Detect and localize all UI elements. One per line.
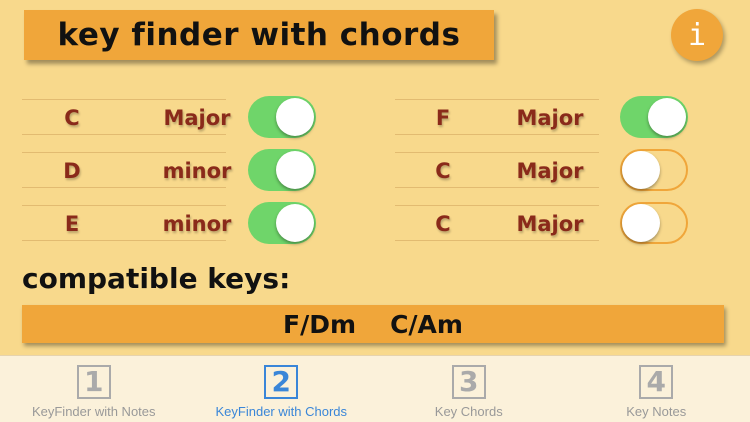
number-1-icon: 1 [76, 365, 111, 399]
toggle-knob [648, 98, 686, 136]
chord-note: C [64, 106, 80, 130]
compatible-key: F/Dm [283, 309, 357, 339]
chord-toggle-right-2[interactable] [620, 149, 688, 191]
info-button[interactable]: i [671, 9, 723, 61]
toggle-knob [276, 204, 314, 242]
chord-toggle-right-1[interactable] [620, 96, 688, 138]
chord-row-left-3: E minor [22, 205, 231, 241]
compatible-keys-label: compatible keys: [22, 262, 291, 295]
tab-label: Key Notes [626, 404, 687, 419]
chord-note: C [435, 159, 451, 183]
chord-note: E [64, 212, 80, 236]
info-icon: i [687, 17, 707, 53]
chord-note: C [435, 212, 451, 236]
chord-toggle-left-1[interactable] [248, 96, 316, 138]
tab-label: KeyFinder with Chords [215, 404, 348, 419]
chord-row-right-3: C Major [395, 205, 599, 241]
chord-toggle-left-2[interactable] [248, 149, 316, 191]
tab-key-notes[interactable]: 4 Key Notes [563, 356, 750, 422]
chord-mode: minor [162, 159, 232, 183]
chord-note: F [435, 106, 451, 130]
chord-mode: Major [516, 106, 584, 130]
tab-keyfinder-chords[interactable]: 2 KeyFinder with Chords [188, 356, 376, 422]
chord-row-right-2: C Major [395, 152, 599, 188]
chord-mode: Major [163, 106, 231, 130]
chord-toggle-left-3[interactable] [248, 202, 316, 244]
number-3-icon: 3 [451, 365, 486, 399]
tab-bar: 1 KeyFinder with Notes 2 KeyFinder with … [0, 355, 750, 422]
compatible-keys-result: F/Dm C/Am [22, 305, 724, 343]
chord-mode: Major [516, 212, 584, 236]
chord-row-right-1: F Major [395, 99, 599, 135]
toggle-knob [622, 151, 660, 189]
chord-mode: Major [516, 159, 584, 183]
chord-toggle-right-3[interactable] [620, 202, 688, 244]
chord-mode: minor [162, 212, 232, 236]
tab-label: Key Chords [434, 404, 503, 419]
toggle-knob [622, 204, 660, 242]
number-2-icon: 2 [264, 365, 299, 399]
tab-key-chords[interactable]: 3 Key Chords [375, 356, 563, 422]
toggle-knob [276, 151, 314, 189]
chord-row-left-2: D minor [22, 152, 231, 188]
number-4-icon: 4 [639, 365, 674, 399]
title-bar: key finder with chords [24, 10, 494, 60]
tab-keyfinder-notes[interactable]: 1 KeyFinder with Notes [0, 356, 188, 422]
tab-label: KeyFinder with Notes [31, 404, 156, 419]
toggle-knob [276, 98, 314, 136]
chord-row-left-1: C Major [22, 99, 231, 135]
page-title: key finder with chords [57, 17, 461, 53]
chord-note: D [63, 159, 81, 183]
compatible-key: C/Am [390, 309, 463, 339]
